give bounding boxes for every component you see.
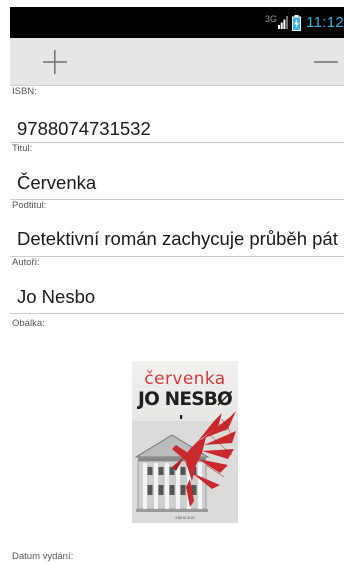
plus-icon (43, 49, 67, 74)
isbn-label: ISBN: (12, 86, 37, 97)
isbn-field[interactable]: ISBN: 9788074731532 (10, 86, 344, 143)
subtitle-field[interactable]: Podtitul: Detektivní román zachycuje prů… (10, 200, 344, 257)
publish-date-label: Datum vydání: (12, 551, 74, 562)
network-type-label: 3G (265, 13, 278, 24)
isbn-value[interactable]: 9788074731532 (10, 117, 344, 141)
title-field[interactable]: Titul: Červenka (10, 143, 344, 200)
cover-field: Obálka: červenka JO NESBØ KNIHA ZLIN (10, 314, 344, 548)
clock: 11:12 (306, 14, 344, 31)
authors-label: Autoři: (12, 257, 40, 268)
signal-icon (278, 16, 289, 29)
cover-title-text: červenka (144, 369, 226, 389)
add-button[interactable] (27, 38, 83, 85)
battery-charging-icon (292, 14, 302, 31)
status-icons: 3G 11:12 (265, 7, 344, 38)
status-bar: 3G 11:12 (10, 7, 344, 38)
cover-publisher-mark: KNIHA ZLIN (175, 516, 195, 520)
title-label: Titul: (12, 143, 33, 154)
subtitle-value[interactable]: Detektivní román zachycuje průběh pát (10, 227, 344, 251)
title-value[interactable]: Červenka (10, 171, 344, 195)
cover-author-text: JO NESBØ (138, 389, 233, 410)
minus-icon (314, 60, 338, 63)
subtitle-label: Podtitul: (12, 200, 47, 211)
authors-field[interactable]: Autoři: Jo Nesbo (10, 257, 344, 314)
cover-label: Obálka: (12, 318, 45, 329)
book-detail-form: ISBN: 9788074731532 Titul: Červenka Podt… (10, 86, 344, 563)
publish-date-field[interactable]: Datum vydání: (10, 548, 344, 563)
action-bar (10, 38, 344, 86)
remove-button[interactable] (298, 38, 344, 85)
authors-value[interactable]: Jo Nesbo (10, 285, 344, 309)
book-cover-image[interactable]: červenka JO NESBØ KNIHA ZLIN (132, 361, 238, 523)
